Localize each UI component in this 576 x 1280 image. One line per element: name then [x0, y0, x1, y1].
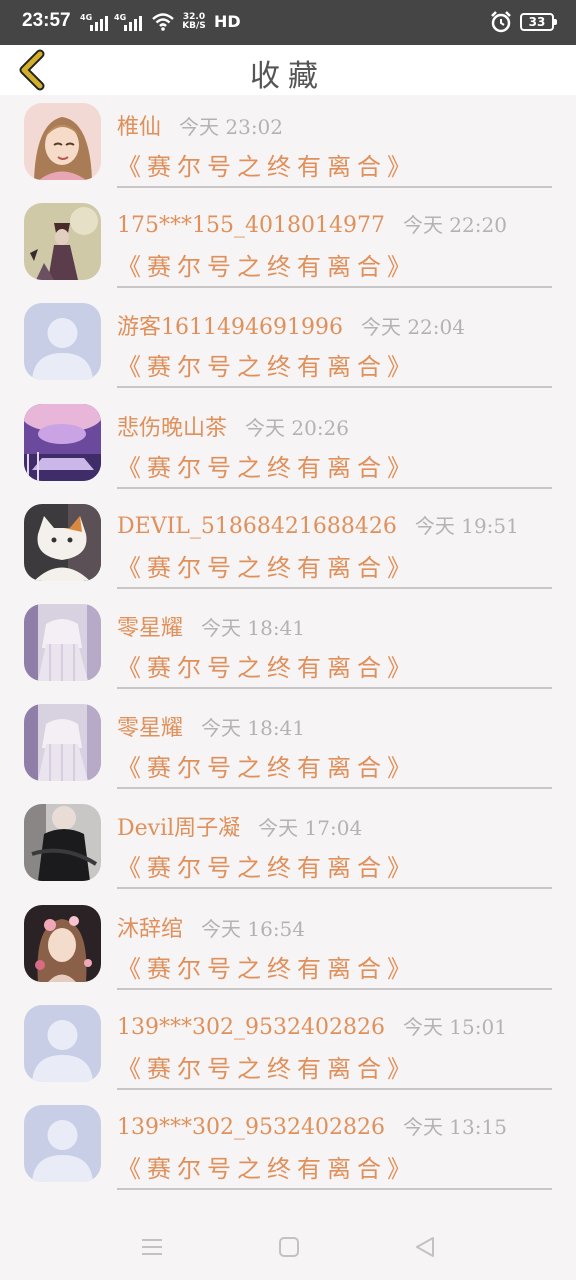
name-line: DEVIL_51868421688426 今天 19:51: [117, 510, 519, 539]
timestamp: 今天 18:41: [201, 716, 306, 741]
book-title[interactable]: 《赛尔号之终有离合》: [117, 247, 417, 282]
timestamp: 今天 13:15: [402, 1114, 507, 1139]
timestamp: 今天 16:54: [201, 916, 306, 941]
timestamp: 今天 22:20: [402, 213, 507, 238]
book-title[interactable]: 《赛尔号之终有离合》: [117, 347, 417, 382]
book-title[interactable]: 《赛尔号之终有离合》: [117, 548, 417, 583]
divider: [117, 787, 552, 790]
network-type: 4G: [80, 13, 93, 22]
name-line: 175***155_4018014977 今天 22:20: [117, 209, 507, 238]
list-item[interactable]: 零星耀 今天 18:41 《赛尔号之终有离合》: [0, 696, 576, 796]
hd-indicator: HD: [214, 12, 241, 31]
book-title[interactable]: 《赛尔号之终有离合》: [117, 949, 417, 984]
name-line: 139***302_9532402826 今天 15:01: [117, 1011, 507, 1040]
username[interactable]: 沐辞绾: [117, 917, 183, 942]
status-time: 23:57: [22, 10, 71, 31]
list-item[interactable]: 零星耀 今天 18:41 《赛尔号之终有离合》: [0, 596, 576, 696]
page-title: 收藏: [250, 59, 326, 94]
header: 收藏: [0, 45, 576, 95]
book-title[interactable]: 《赛尔号之终有离合》: [117, 748, 417, 783]
back-triangle-icon[interactable]: [413, 1236, 437, 1258]
divider: [117, 286, 552, 289]
wifi-icon: [152, 13, 174, 31]
default-avatar[interactable]: [24, 303, 101, 381]
name-line: 游客1611494691996 今天 22:04: [117, 309, 465, 341]
list-item[interactable]: 沐辞绾 今天 16:54 《赛尔号之终有离合》: [0, 897, 576, 997]
book-title[interactable]: 《赛尔号之终有离合》: [117, 848, 417, 883]
black-dress-avatar[interactable]: [24, 804, 101, 882]
divider: [117, 1087, 552, 1090]
list-item[interactable]: 175***155_4018014977 今天 22:20 《赛尔号之终有离合》: [0, 195, 576, 295]
white-dress-avatar[interactable]: [24, 603, 101, 681]
username[interactable]: 悲伤晚山茶: [117, 416, 227, 441]
username[interactable]: 零星耀: [117, 616, 183, 641]
network-speed: 32.0 KB/S: [180, 13, 208, 31]
timestamp: 今天 23:02: [179, 115, 284, 139]
divider: [117, 1187, 552, 1190]
book-title[interactable]: 《赛尔号之终有离合》: [117, 147, 417, 182]
list-item[interactable]: 139***302_9532402826 今天 15:01 《赛尔号之终有离合》: [0, 997, 576, 1097]
home-icon[interactable]: [277, 1236, 301, 1258]
divider: [117, 486, 552, 489]
alarm-icon: [491, 11, 511, 33]
username[interactable]: DEVIL_51868421688426: [117, 514, 397, 539]
menu-icon[interactable]: [140, 1236, 164, 1258]
name-line: Devil周子凝 今天 17:04: [117, 810, 362, 842]
book-title[interactable]: 《赛尔号之终有离合》: [117, 648, 417, 683]
default-avatar[interactable]: [24, 1004, 101, 1082]
name-line: 悲伤晚山茶 今天 20:26: [117, 410, 349, 442]
divider: [117, 686, 552, 689]
timestamp: 今天 17:04: [258, 816, 363, 841]
divider: [117, 987, 552, 990]
status-bar: 23:57 4G 4G 32.0 KB/S HD 33: [0, 0, 576, 45]
anime-girl-avatar[interactable]: [24, 103, 101, 180]
status-right: 33: [490, 11, 557, 33]
timestamp: 今天 18:41: [201, 615, 306, 640]
username[interactable]: 139***302_9532402826: [117, 1115, 385, 1140]
timestamp: 今天 19:51: [414, 513, 519, 538]
purple-scene-avatar[interactable]: [24, 403, 101, 481]
status-signals: 4G 4G 32.0 KB/S HD: [80, 12, 241, 31]
list-item[interactable]: 椎仙 今天 23:02 《赛尔号之终有离合》: [0, 95, 576, 195]
divider: [117, 887, 552, 890]
timestamp: 今天 20:26: [245, 415, 350, 440]
timestamp: 今天 15:01: [402, 1014, 507, 1039]
name-line: 零星耀 今天 18:41: [117, 710, 305, 742]
speed-unit: KB/S: [182, 21, 206, 31]
name-line: 139***302_9532402826 今天 13:15: [117, 1111, 507, 1140]
list-item[interactable]: DEVIL_51868421688426 今天 19:51 《赛尔号之终有离合》: [0, 496, 576, 596]
battery-icon: 33: [520, 13, 557, 31]
flower-girl-avatar[interactable]: [24, 904, 101, 982]
system-nav-bar: [0, 1214, 576, 1280]
book-title[interactable]: 《赛尔号之终有离合》: [117, 448, 417, 483]
list-item[interactable]: Devil周子凝 今天 17:04 《赛尔号之终有离合》: [0, 796, 576, 896]
default-avatar[interactable]: [24, 1104, 101, 1182]
username[interactable]: 椎仙: [117, 115, 161, 140]
username[interactable]: 零星耀: [117, 716, 183, 741]
username[interactable]: Devil周子凝: [117, 816, 240, 841]
username[interactable]: 139***302_9532402826: [117, 1015, 385, 1040]
dark-figure-avatar[interactable]: [24, 203, 101, 281]
book-title[interactable]: 《赛尔号之终有离合》: [117, 1049, 417, 1084]
white-dress-avatar[interactable]: [24, 704, 101, 782]
name-line: 椎仙 今天 23:02: [117, 109, 283, 141]
signal-icon: 4G: [114, 13, 142, 31]
list-item[interactable]: 游客1611494691996 今天 22:04 《赛尔号之终有离合》: [0, 295, 576, 395]
divider: [117, 586, 552, 589]
username[interactable]: 175***155_4018014977: [117, 213, 385, 238]
list-item[interactable]: 139***302_9532402826 今天 13:15 《赛尔号之终有离合》: [0, 1097, 576, 1197]
divider: [117, 186, 552, 188]
name-line: 零星耀 今天 18:41: [117, 610, 305, 642]
network-type: 4G: [114, 13, 127, 22]
cat-avatar[interactable]: [24, 503, 101, 581]
username[interactable]: 游客1611494691996: [117, 315, 343, 340]
name-line: 沐辞绾 今天 16:54: [117, 911, 305, 943]
book-title[interactable]: 《赛尔号之终有离合》: [117, 1149, 417, 1184]
list-item[interactable]: 悲伤晚山茶 今天 20:26 《赛尔号之终有离合》: [0, 396, 576, 496]
favorites-list: 椎仙 今天 23:02 《赛尔号之终有离合》 175***155_40180149…: [0, 95, 576, 1197]
divider: [117, 386, 552, 389]
timestamp: 今天 22:04: [360, 315, 465, 340]
signal-icon: 4G: [80, 13, 108, 31]
